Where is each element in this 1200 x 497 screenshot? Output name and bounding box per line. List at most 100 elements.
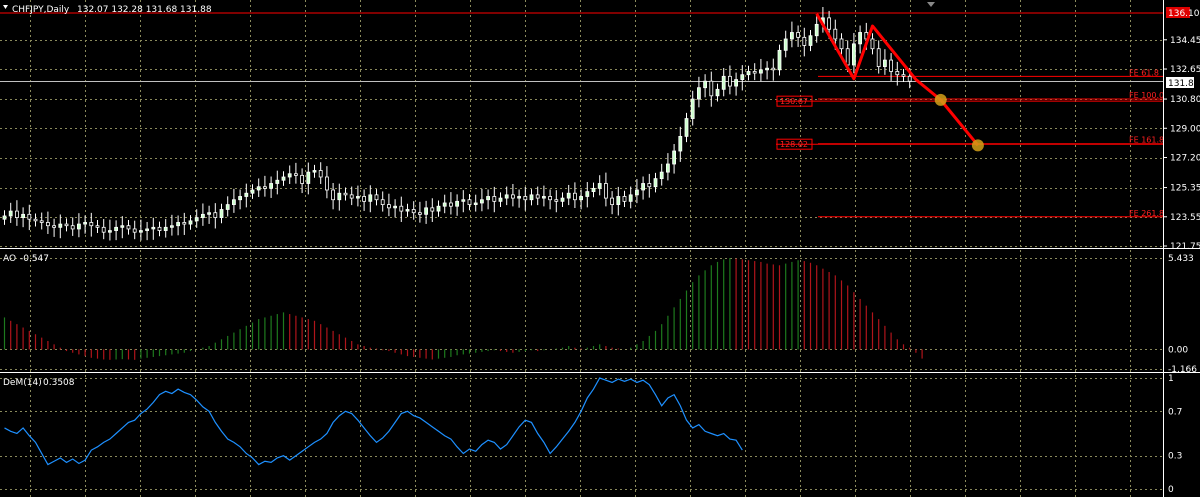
bull-candle-body (542, 196, 546, 199)
bear-candle-body (343, 192, 348, 196)
price-tick-label: 125.35 (1170, 184, 1200, 194)
fe-level-label: FE 61.8 (1129, 68, 1159, 77)
bear-candle-body (262, 186, 267, 189)
bear-candle-body (467, 199, 472, 205)
bull-candle-body (2, 215, 7, 220)
bear-candle-body (889, 59, 893, 72)
bull-candle-body (355, 196, 360, 199)
bull-candle-body (194, 217, 199, 222)
bull-candle-body (207, 212, 212, 215)
chart-symbol: CHFJPY,Daily (12, 5, 70, 15)
bull-candle-body (684, 118, 689, 137)
dem-tick-label: 0.3 (1168, 452, 1182, 462)
bull-candle-body (473, 202, 478, 205)
bull-candle-body (312, 170, 317, 173)
mt4-chart-window: FE 61.8 FE 100.0 FE 161.8 FE 261.8 130.67 128… (0, 0, 1200, 497)
bear-candle-body (839, 38, 844, 50)
bear-candle-body (870, 38, 875, 50)
price-tick-label: 134.45 (1170, 36, 1200, 46)
dem-tick-label: 0 (1168, 485, 1174, 495)
bull-candle-body (231, 199, 236, 205)
ao-tick-label: 0.00 (1168, 345, 1188, 355)
bull-candle-body (529, 194, 534, 201)
bear-candle-body (709, 80, 714, 97)
bull-candle-body (455, 200, 460, 207)
current-price-label: 131.88 (1168, 79, 1200, 89)
bear-candle-body (548, 196, 552, 201)
bull-candle-body (504, 194, 509, 199)
target-marker (971, 139, 984, 152)
bull-candle-body (225, 204, 230, 210)
bull-candle-body (715, 88, 720, 97)
bear-candle-body (728, 75, 732, 87)
bull-candle-body (790, 32, 794, 40)
bear-candle-body (610, 197, 614, 205)
bull-candle-body (659, 171, 664, 180)
ao-current-value: -0.547 (20, 254, 49, 264)
bear-candle-body (64, 223, 69, 227)
bear-candle-body (523, 196, 528, 201)
bull-candle-body (808, 35, 813, 46)
bear-candle-body (622, 196, 627, 202)
bear-candle-body (876, 48, 881, 67)
bear-candle-body (182, 222, 187, 225)
dem-tick-label: 0.7 (1168, 407, 1182, 417)
top-price-label: 136.10 (1168, 9, 1200, 19)
bull-candle-body (678, 136, 683, 152)
bull-candle-body (486, 196, 491, 201)
bull-candle-body (138, 230, 143, 233)
bull-candle-body (83, 222, 87, 225)
bull-candle-body (759, 69, 763, 74)
bull-candle-body (8, 210, 13, 217)
bear-candle-body (324, 176, 329, 191)
price-tick-label: 123.55 (1170, 213, 1200, 223)
bull-candle-body (653, 178, 658, 188)
chart-ohlc: 132.07 132.28 131.68 131.88 (77, 5, 212, 15)
bear-candle-body (399, 205, 404, 212)
bear-candle-body (293, 173, 298, 176)
bear-candle-body (318, 170, 323, 178)
bear-candle-body (126, 225, 131, 230)
bull-candle-body (337, 192, 342, 201)
bear-candle-body (411, 209, 416, 214)
bull-candle-body (765, 67, 769, 71)
bull-candle-body (579, 196, 583, 201)
bull-candle-body (114, 226, 118, 231)
bull-candle-body (746, 71, 751, 76)
bull-candle-body (120, 225, 125, 228)
fe-level-label: FE 161.8 (1129, 136, 1164, 145)
bull-candle-body (697, 87, 701, 100)
bear-candle-body (510, 194, 515, 199)
bull-candle-body (442, 202, 447, 207)
bull-candle-body (58, 223, 63, 228)
bear-candle-body (448, 202, 453, 207)
bear-candle-body (417, 212, 422, 215)
bull-candle-body (145, 228, 150, 231)
bull-candle-body (256, 186, 261, 191)
bull-candle-body (275, 179, 280, 184)
bear-candle-body (27, 213, 32, 220)
bear-candle-body (33, 218, 38, 222)
bull-candle-body (591, 187, 596, 193)
fe-level-label: FE 261.8 (1129, 209, 1164, 218)
bull-candle-body (163, 226, 168, 231)
bear-candle-body (101, 226, 106, 233)
bull-candle-body (219, 209, 224, 218)
bear-candle-body (14, 210, 19, 218)
dem-tick-label: 1 (1168, 374, 1174, 384)
bull-candle-body (566, 192, 571, 199)
bull-candle-body (672, 150, 676, 165)
bull-candle-body (635, 189, 639, 196)
bull-candle-body (188, 220, 193, 225)
bull-candle-body (721, 75, 726, 90)
bear-candle-body (771, 67, 776, 71)
ao-title: AO (3, 254, 16, 264)
bear-candle-body (796, 32, 800, 38)
bull-candle-body (393, 205, 398, 209)
bull-candle-body (628, 194, 633, 202)
bear-candle-body (374, 194, 379, 201)
price-tag-label: 128.02 (780, 140, 808, 149)
bull-candle-body (858, 32, 862, 45)
bear-candle-body (46, 222, 50, 227)
dem-title: DeM(14) (3, 378, 42, 388)
